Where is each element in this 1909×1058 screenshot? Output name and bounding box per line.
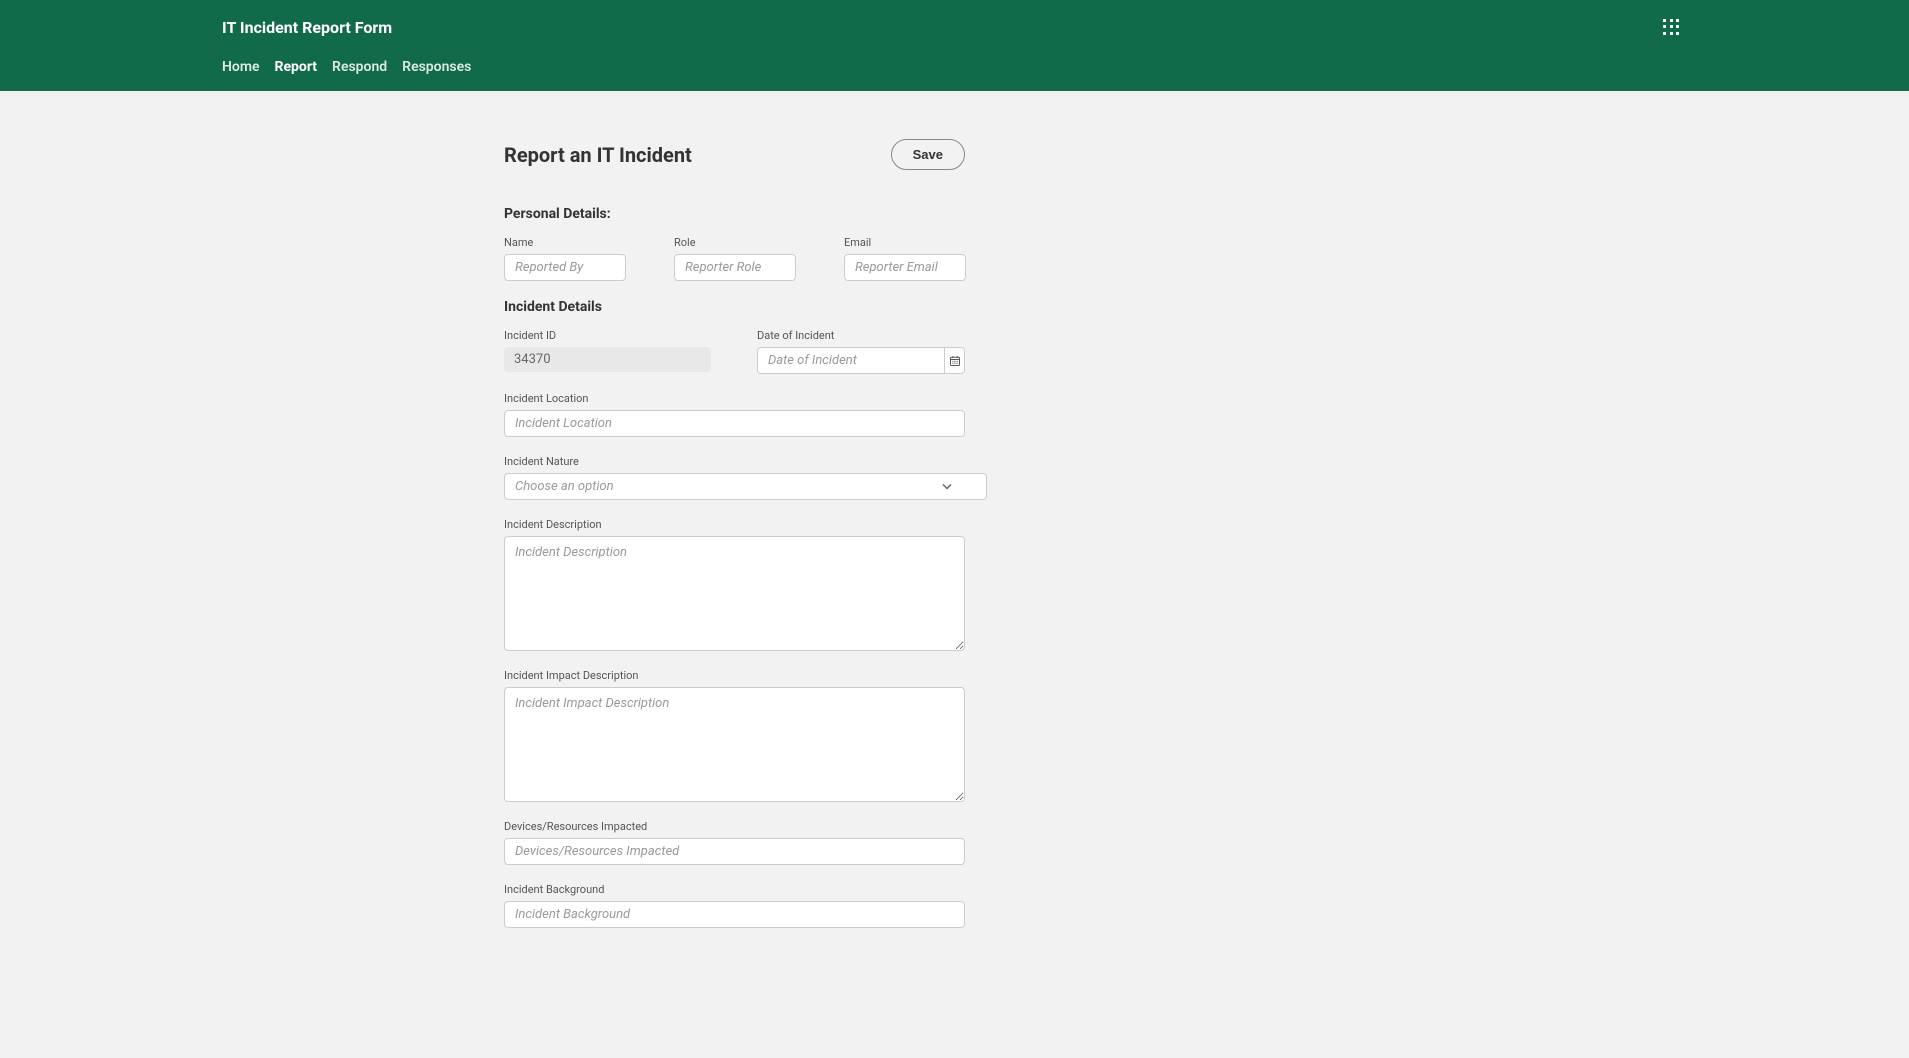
form-group-impact: Incident Impact Description — [504, 669, 965, 802]
header: IT Incident Report Form Home Report Resp… — [0, 0, 1909, 91]
page-header: Report an IT Incident Save — [504, 139, 965, 170]
label-role: Role — [674, 236, 796, 249]
nav-tabs: Home Report Respond Responses — [0, 43, 1909, 91]
label-devices: Devices/Resources Impacted — [504, 820, 965, 833]
textarea-impact[interactable] — [504, 687, 965, 802]
incident-id-date-row: Incident ID Date of Incident — [504, 329, 965, 374]
form-group-location: Incident Location — [504, 392, 965, 437]
form-group-role: Role — [674, 236, 796, 281]
form-group-incident-id: Incident ID — [504, 329, 711, 374]
form-group-devices: Devices/Resources Impacted — [504, 820, 965, 865]
form-group-name: Name — [504, 236, 626, 281]
label-background: Incident Background — [504, 883, 965, 896]
app-title: IT Incident Report Form — [222, 18, 392, 37]
input-date[interactable] — [757, 347, 944, 374]
nav-tab-respond[interactable]: Respond — [332, 59, 387, 75]
save-button[interactable]: Save — [891, 139, 965, 170]
label-date: Date of Incident — [757, 329, 965, 342]
label-nature: Incident Nature — [504, 455, 965, 468]
input-background[interactable] — [504, 901, 965, 928]
page-title: Report an IT Incident — [504, 143, 692, 167]
form-group-nature: Incident Nature Choose an option — [504, 455, 965, 500]
main-content: Report an IT Incident Save Personal Deta… — [504, 91, 965, 986]
nav-tab-responses[interactable]: Responses — [402, 59, 471, 75]
header-top: IT Incident Report Form — [0, 0, 1909, 43]
input-name[interactable] — [504, 254, 626, 281]
label-description: Incident Description — [504, 518, 965, 531]
form-group-description: Incident Description — [504, 518, 965, 651]
label-location: Incident Location — [504, 392, 965, 405]
form-group-date: Date of Incident — [757, 329, 965, 374]
apps-grid-icon[interactable] — [1663, 19, 1681, 37]
section-title-personal: Personal Details: — [504, 206, 965, 222]
form-group-email: Email — [844, 236, 966, 281]
select-wrapper-nature: Choose an option — [504, 473, 965, 500]
label-name: Name — [504, 236, 626, 249]
label-incident-id: Incident ID — [504, 329, 711, 342]
date-picker-button[interactable] — [944, 347, 965, 374]
calendar-icon — [949, 355, 961, 367]
label-email: Email — [844, 236, 966, 249]
input-role[interactable] — [674, 254, 796, 281]
input-devices[interactable] — [504, 838, 965, 865]
select-nature[interactable]: Choose an option — [504, 473, 987, 500]
form-group-background: Incident Background — [504, 883, 965, 928]
input-incident-id — [504, 347, 711, 372]
input-location[interactable] — [504, 410, 965, 437]
nav-tab-report[interactable]: Report — [275, 59, 318, 75]
textarea-description[interactable] — [504, 536, 965, 651]
nav-tab-home[interactable]: Home — [222, 59, 260, 75]
section-title-incident: Incident Details — [504, 299, 965, 315]
label-impact: Incident Impact Description — [504, 669, 965, 682]
date-input-wrapper — [757, 347, 965, 374]
input-email[interactable] — [844, 254, 966, 281]
personal-details-row: Name Role Email — [504, 236, 965, 281]
